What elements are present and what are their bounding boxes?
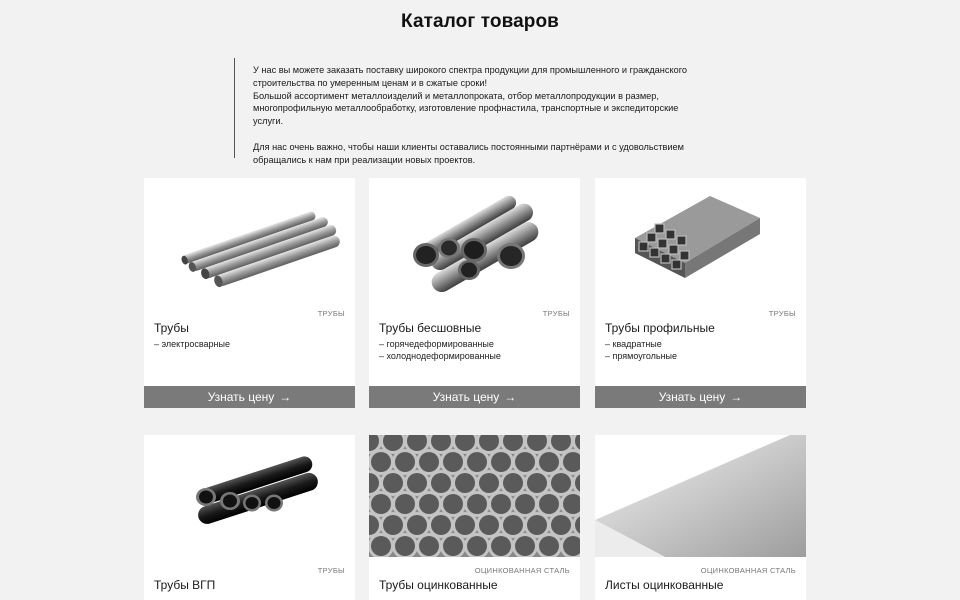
pipe-end-inner bbox=[419, 452, 439, 472]
pipe-end-inner bbox=[551, 515, 571, 535]
product-card-pipes-galvanized[interactable]: ОЦИНКОВАННАЯ СТАЛЬ Трубы оцинкованные bbox=[369, 435, 580, 600]
pipe-end-inner bbox=[491, 536, 511, 556]
pipe-end-inner bbox=[371, 452, 391, 472]
get-price-label: Узнать цену bbox=[432, 390, 500, 404]
get-price-label: Узнать цену bbox=[207, 390, 275, 404]
pipe-end-inner bbox=[503, 473, 523, 493]
pipe-end-inner bbox=[479, 473, 499, 493]
pipe-end-inner bbox=[395, 494, 415, 514]
list-item[interactable]: холоднодеформированные bbox=[379, 351, 501, 363]
pipe-end-inner bbox=[395, 452, 415, 472]
list-item[interactable]: горячедеформированные bbox=[379, 339, 501, 351]
product-name[interactable]: Трубы профильные bbox=[605, 321, 715, 335]
pipes-galvanized-image[interactable] bbox=[369, 435, 580, 557]
pipe-end-inner bbox=[383, 515, 403, 535]
pipe-end-inner bbox=[371, 536, 391, 556]
get-price-button[interactable]: Узнать цену → bbox=[144, 386, 355, 408]
product-name[interactable]: Трубы оцинкованные bbox=[379, 578, 498, 592]
product-subitems: электросварные bbox=[154, 339, 230, 351]
arrow-right-icon: → bbox=[730, 390, 743, 404]
pipe-end-inner bbox=[539, 452, 559, 472]
pipe-end-inner bbox=[527, 473, 547, 493]
pipe-end-inner bbox=[431, 473, 451, 493]
category-label: ТРУБЫ bbox=[768, 309, 796, 318]
pipe-end-inner bbox=[539, 494, 559, 514]
pipe-end-inner bbox=[467, 536, 487, 556]
pipe-end-inner bbox=[443, 536, 463, 556]
pipe-end-inner bbox=[431, 515, 451, 535]
pipe-end-inner bbox=[371, 494, 391, 514]
pipe-end-inner bbox=[515, 494, 535, 514]
product-name[interactable]: Трубы ВГП bbox=[154, 578, 215, 592]
get-price-button[interactable]: Узнать цену → bbox=[369, 386, 580, 408]
pipe-end-inner bbox=[455, 515, 475, 535]
pipe-end-inner bbox=[515, 452, 535, 472]
pipe-end-inner bbox=[419, 536, 439, 556]
pipe-end-inner bbox=[539, 536, 559, 556]
pipe-end-inner bbox=[515, 536, 535, 556]
pipe-end-inner bbox=[467, 494, 487, 514]
intro-paragraph-2: Для нас очень важно, чтобы наши клиенты … bbox=[253, 141, 684, 165]
product-name[interactable]: Трубы bbox=[154, 321, 189, 335]
arrow-right-icon: → bbox=[279, 390, 292, 404]
product-subitems: горячедеформированные холоднодеформирова… bbox=[379, 339, 501, 362]
pipe-end-inner bbox=[443, 494, 463, 514]
category-label: ОЦИНКОВАННАЯ СТАЛЬ bbox=[700, 566, 796, 575]
intro-paragraph-1b: Большой ассортимент металлоизделий и мет… bbox=[253, 90, 679, 127]
pipes-profile-image[interactable] bbox=[595, 178, 806, 300]
pipe-end-inner bbox=[467, 452, 487, 472]
sheets-galvanized-image[interactable] bbox=[595, 435, 806, 557]
list-item[interactable]: электросварные bbox=[154, 339, 230, 351]
product-card-sheets-galvanized[interactable]: ОЦИНКОВАННАЯ СТАЛЬ Листы оцинкованные bbox=[595, 435, 806, 600]
product-name[interactable]: Листы оцинкованные bbox=[605, 578, 723, 592]
pipe-end-inner bbox=[527, 515, 547, 535]
get-price-label: Узнать цену bbox=[658, 390, 726, 404]
pipes-vgp-image[interactable] bbox=[144, 435, 355, 557]
category-label: ТРУБЫ bbox=[317, 566, 345, 575]
arrow-right-icon: → bbox=[504, 390, 517, 404]
get-price-button[interactable]: Узнать цену → bbox=[595, 386, 806, 408]
pipe-end-inner bbox=[407, 473, 427, 493]
pipes-welded-image[interactable] bbox=[144, 178, 355, 300]
product-card-pipes-profile[interactable]: ТРУБЫ Трубы профильные квадратные прямоу… bbox=[595, 178, 806, 408]
category-label: ТРУБЫ bbox=[317, 309, 345, 318]
pipe-end-inner bbox=[479, 515, 499, 535]
product-card-pipes-vgp[interactable]: ТРУБЫ Трубы ВГП bbox=[144, 435, 355, 600]
product-subitems: квадратные прямоугольные bbox=[605, 339, 678, 363]
pipe-end-inner bbox=[491, 494, 511, 514]
pipe-end-inner bbox=[419, 494, 439, 514]
pipe-end-inner bbox=[503, 515, 523, 535]
pipe-end-inner bbox=[443, 452, 463, 472]
product-name[interactable]: Трубы бесшовные bbox=[379, 321, 481, 335]
list-item[interactable]: прямоугольные bbox=[605, 351, 678, 363]
list-item[interactable]: квадратные bbox=[605, 339, 677, 351]
page-title: Каталог товаров bbox=[401, 11, 559, 32]
pipe-end-inner bbox=[407, 515, 427, 535]
product-card-pipes[interactable]: ТРУБЫ Трубы электросварные Узнать цену → bbox=[144, 178, 355, 408]
pipe-end-inner bbox=[455, 473, 475, 493]
pipe-end-inner bbox=[491, 452, 511, 472]
intro-text: У нас вы можете заказать поставку широко… bbox=[234, 58, 704, 165]
intro-paragraph-1a: У нас вы можете заказать поставку широко… bbox=[253, 65, 687, 88]
product-card-pipes-seamless[interactable]: ТРУБЫ Трубы бесшовные горячедеформирован… bbox=[369, 178, 580, 408]
category-label: ТРУБЫ bbox=[542, 309, 570, 318]
pipe-end-inner bbox=[383, 473, 403, 493]
pipe-end-inner bbox=[395, 536, 415, 556]
category-label: ОЦИНКОВАННАЯ СТАЛЬ bbox=[474, 566, 570, 575]
pipes-seamless-image[interactable] bbox=[369, 178, 580, 300]
pipe-end-inner bbox=[551, 473, 571, 493]
